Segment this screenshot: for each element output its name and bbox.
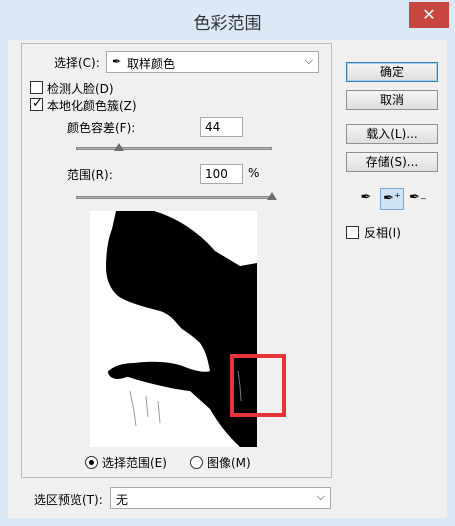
eyedropper-plus-icon: ✒⁺ — [383, 191, 401, 206]
fuzziness-label: 颜色容差(F): — [67, 121, 136, 135]
select-value: 取样颜色 — [127, 57, 176, 71]
invert-label: 反相(I) — [364, 226, 401, 240]
chevron-down-icon: ⌵ — [304, 54, 313, 67]
checkmark-icon: ✓ — [32, 96, 43, 111]
range-unit: % — [248, 166, 260, 180]
select-label: 选择(C): — [54, 56, 100, 70]
selection-preview-label: 选区预览(T): — [34, 493, 103, 507]
ok-button[interactable]: 确定 — [346, 62, 438, 82]
eyedropper-minus-tool[interactable]: ✒₋ — [406, 188, 430, 210]
close-icon: ✕ — [422, 5, 436, 24]
save-button[interactable]: 存储(S)... — [346, 152, 438, 172]
invert-checkbox[interactable] — [346, 226, 359, 239]
highlight-box — [230, 354, 286, 417]
eyedropper-plus-tool[interactable]: ✒⁺ — [380, 188, 404, 210]
fuzziness-slider-track[interactable] — [76, 147, 272, 150]
range-input[interactable]: 100 — [200, 164, 243, 184]
close-button[interactable]: ✕ — [409, 2, 449, 28]
range-slider-thumb[interactable] — [267, 192, 277, 200]
selection-preview-value: 无 — [116, 493, 129, 507]
fuzziness-slider-thumb[interactable] — [114, 143, 125, 151]
radio-image-label: 图像(M) — [207, 456, 251, 470]
eyedropper-icon: ✒ — [112, 55, 122, 68]
range-slider-track[interactable] — [76, 196, 272, 199]
eyedropper-tool[interactable]: ✒ — [354, 188, 378, 210]
cancel-button[interactable]: 取消 — [346, 90, 438, 110]
chevron-down-icon: ⌵ — [316, 490, 325, 503]
range-label: 范围(R): — [67, 168, 113, 182]
title-bar: 色彩范围 ✕ — [0, 0, 455, 40]
localized-clusters-label: 本地化颜色簇(Z) — [47, 99, 137, 113]
load-button[interactable]: 载入(L)... — [346, 124, 438, 144]
selection-preview-dropdown[interactable]: 无 ⌵ — [110, 487, 331, 509]
eyedropper-minus-icon: ✒₋ — [409, 190, 427, 205]
window-title: 色彩范围 — [193, 14, 262, 34]
radio-image[interactable] — [190, 456, 203, 469]
detect-faces-checkbox[interactable] — [30, 81, 43, 94]
radio-selection-label: 选择范围(E) — [102, 456, 167, 470]
radio-selection[interactable] — [85, 456, 98, 469]
fuzziness-input[interactable]: 44 — [200, 117, 243, 137]
select-dropdown[interactable]: ✒ 取样颜色 ⌵ — [106, 51, 319, 73]
detect-faces-label: 检测人脸(D) — [47, 82, 114, 96]
localized-clusters-checkbox[interactable]: ✓ — [30, 96, 43, 111]
eyedropper-icon: ✒ — [360, 190, 372, 205]
